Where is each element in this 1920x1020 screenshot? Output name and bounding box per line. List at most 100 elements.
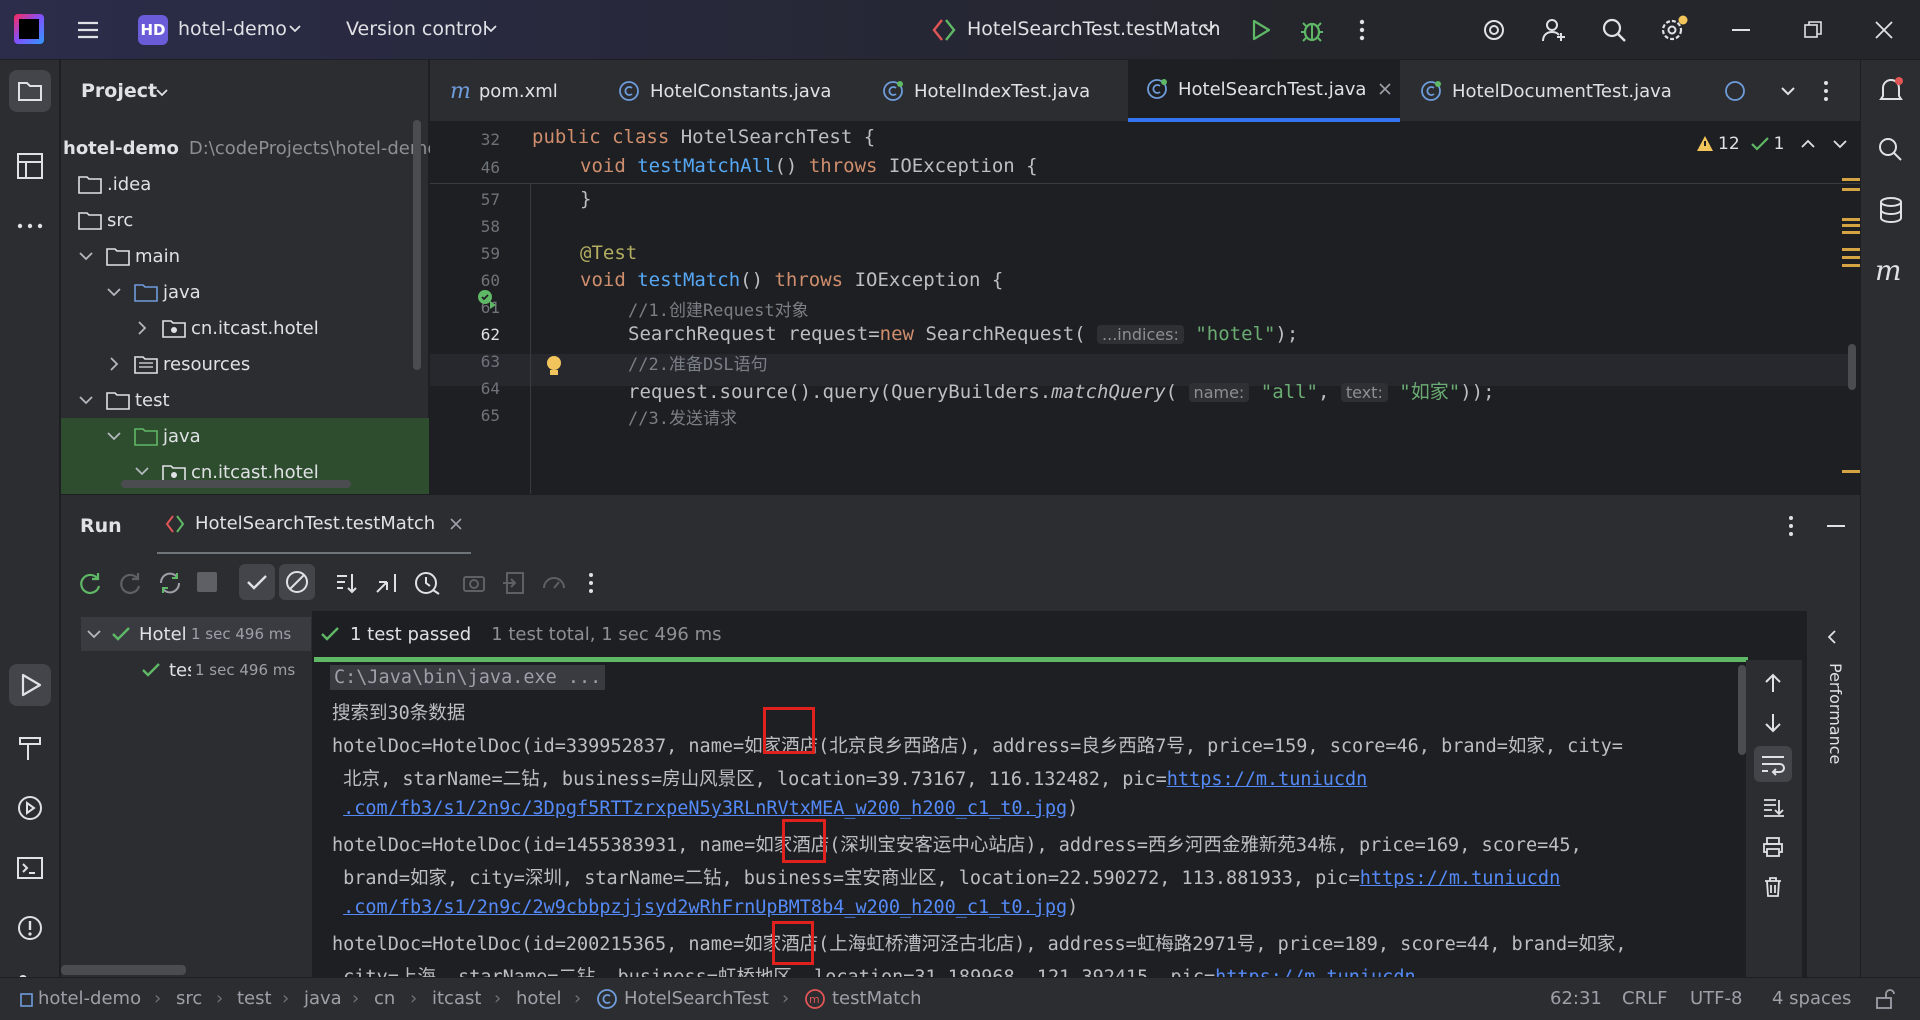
- settings-icon[interactable]: [1658, 14, 1690, 46]
- performance-tab[interactable]: Performance: [1826, 663, 1845, 764]
- horizontal-scrollbar[interactable]: [61, 965, 186, 975]
- hide-panel-icon[interactable]: [1827, 525, 1845, 527]
- arrow-down-icon[interactable]: [1762, 712, 1784, 734]
- run-icon[interactable]: [1246, 16, 1274, 44]
- file-encoding[interactable]: UTF-8: [1690, 988, 1742, 1009]
- notifications-icon[interactable]: [1875, 74, 1907, 106]
- tree-item[interactable]: test: [77, 382, 170, 418]
- tab-hotel-constants[interactable]: HotelConstants.java: [618, 60, 831, 122]
- screenshot-icon[interactable]: [461, 570, 487, 596]
- breadcrumb-item[interactable]: hotel: [516, 988, 562, 1009]
- print-icon[interactable]: [1762, 836, 1784, 858]
- intention-bulb-icon[interactable]: [544, 354, 564, 378]
- tree-item[interactable]: cn.itcast.hotel: [61, 454, 429, 494]
- test-history-icon[interactable]: [413, 570, 441, 596]
- build-icon[interactable]: [14, 732, 46, 764]
- tab-hotel-index-test[interactable]: HotelIndexTest.java: [882, 60, 1090, 122]
- add-user-icon[interactable]: [1540, 16, 1568, 44]
- chevron-down-icon[interactable]: [1832, 137, 1848, 151]
- tab-pom-xml[interactable]: m pom.xml: [450, 60, 558, 122]
- tab-hotel-document-test[interactable]: HotelDocumentTest.java: [1420, 60, 1672, 122]
- breadcrumb-item[interactable]: cn: [374, 988, 395, 1009]
- chevron-down-icon[interactable]: [133, 462, 151, 480]
- vcs-menu[interactable]: Version control: [346, 18, 488, 40]
- tree-item[interactable]: cn.itcast.hotel: [133, 310, 319, 346]
- breadcrumb-project[interactable]: hotel-demo: [38, 988, 141, 1009]
- test-tree-row[interactable]: tes 1 sec 496 ms: [141, 653, 311, 687]
- error-stripe[interactable]: [1840, 176, 1860, 506]
- run-config-selector[interactable]: HotelSearchTest.testMatch: [967, 18, 1221, 40]
- inspection-widget[interactable]: 12 1: [1696, 134, 1848, 154]
- code-editor[interactable]: 32 46 57 58 59 60 61 62 63 64 65 public …: [430, 122, 1860, 494]
- console-output[interactable]: 1 test passed 1 test total, 1 sec 496 ms…: [314, 611, 1804, 988]
- test-tree-row[interactable]: Hotel! 1 sec 496 ms: [81, 617, 311, 651]
- import-tests-icon[interactable]: [501, 570, 527, 596]
- horizontal-scrollbar[interactable]: [121, 480, 351, 488]
- terminal-icon[interactable]: [14, 852, 46, 884]
- coverage-icon[interactable]: [541, 570, 567, 596]
- chevron-up-icon[interactable]: [1800, 137, 1816, 151]
- tab-hotel-search-test[interactable]: HotelSearchTest.java: [1128, 60, 1400, 122]
- breadcrumb-method[interactable]: testMatch: [832, 988, 922, 1009]
- tree-item[interactable]: main: [77, 238, 180, 274]
- run-test-gutter-icon[interactable]: [476, 288, 498, 310]
- tree-item[interactable]: src: [77, 202, 133, 238]
- show-ignored-toggle[interactable]: [279, 564, 315, 600]
- breadcrumb-class[interactable]: HotelSearchTest: [624, 988, 769, 1009]
- image-link[interactable]: .com/fb3/s1/2n9c/3Dpgf5RTTzrxpeN5y3RLnRV…: [343, 798, 1067, 819]
- restore-icon[interactable]: [1803, 20, 1823, 40]
- chevron-down-icon[interactable]: [77, 247, 95, 265]
- debug-icon[interactable]: [1298, 16, 1326, 44]
- lock-icon[interactable]: [1874, 988, 1896, 1010]
- chevron-down-icon[interactable]: [105, 427, 123, 445]
- chevron-down-icon[interactable]: [85, 625, 103, 643]
- rerun-failed-icon[interactable]: [117, 570, 143, 596]
- image-link[interactable]: https://m.tuniucdn: [1167, 769, 1367, 790]
- more-actions-icon[interactable]: [1352, 16, 1372, 44]
- indent-setting[interactable]: 4 spaces: [1772, 988, 1851, 1009]
- search-icon[interactable]: [1600, 16, 1628, 44]
- chevron-right-icon[interactable]: [133, 319, 151, 337]
- more-run-actions-icon[interactable]: [585, 570, 597, 596]
- services-icon[interactable]: [14, 792, 46, 824]
- image-link[interactable]: .com/fb3/s1/2n9c/2w9cbbpzjjsyd2wRhFrnUpB…: [343, 897, 1067, 918]
- run-options-icon[interactable]: [1785, 513, 1797, 539]
- breadcrumb-item[interactable]: test: [237, 988, 272, 1009]
- chevron-down-icon[interactable]: [77, 391, 95, 409]
- run-tab[interactable]: HotelSearchTest.testMatch: [157, 495, 472, 555]
- maven-icon[interactable]: m: [1873, 254, 1909, 286]
- structure-icon[interactable]: [14, 150, 46, 182]
- minimize-icon[interactable]: [1732, 29, 1750, 31]
- tree-item[interactable]: java: [61, 418, 429, 454]
- chevron-right-icon[interactable]: [105, 355, 123, 373]
- main-menu-icon[interactable]: [74, 16, 102, 44]
- clear-console-icon[interactable]: [1762, 876, 1784, 898]
- collapse-all-icon[interactable]: [373, 570, 399, 596]
- ai-chat-icon[interactable]: [1875, 134, 1907, 166]
- chevron-down-icon[interactable]: [105, 283, 123, 301]
- chevron-left-icon[interactable]: [1825, 629, 1839, 645]
- image-link[interactable]: https://m.tuniucdn: [1360, 868, 1560, 889]
- close-tab-icon[interactable]: [1378, 82, 1392, 96]
- caret-position[interactable]: 62:31: [1550, 988, 1602, 1009]
- database-icon[interactable]: [1875, 194, 1907, 226]
- project-panel-title[interactable]: Project: [81, 80, 157, 102]
- toggle-auto-test-icon[interactable]: [157, 570, 183, 596]
- stop-icon[interactable]: [197, 572, 217, 592]
- problems-icon[interactable]: [14, 912, 46, 944]
- rerun-icon[interactable]: [77, 570, 103, 596]
- tree-root[interactable]: hotel-demo D:\codeProjects\hotel-demo: [61, 130, 438, 166]
- close-icon[interactable]: [1874, 20, 1894, 40]
- more-tools-icon[interactable]: [14, 210, 46, 242]
- run-tool-button[interactable]: [9, 664, 51, 706]
- arrow-up-icon[interactable]: [1762, 672, 1784, 694]
- tab-overflow[interactable]: [1724, 60, 1746, 122]
- sort-icon[interactable]: [333, 570, 359, 596]
- tab-list-chevron-icon[interactable]: [1780, 84, 1796, 98]
- breadcrumb-item[interactable]: src: [176, 988, 202, 1009]
- close-tab-icon[interactable]: [449, 517, 463, 531]
- breadcrumb-item[interactable]: itcast: [432, 988, 481, 1009]
- ai-assistant-icon[interactable]: [1480, 16, 1508, 44]
- soft-wrap-toggle[interactable]: [1754, 746, 1792, 782]
- line-separator[interactable]: CRLF: [1622, 988, 1667, 1009]
